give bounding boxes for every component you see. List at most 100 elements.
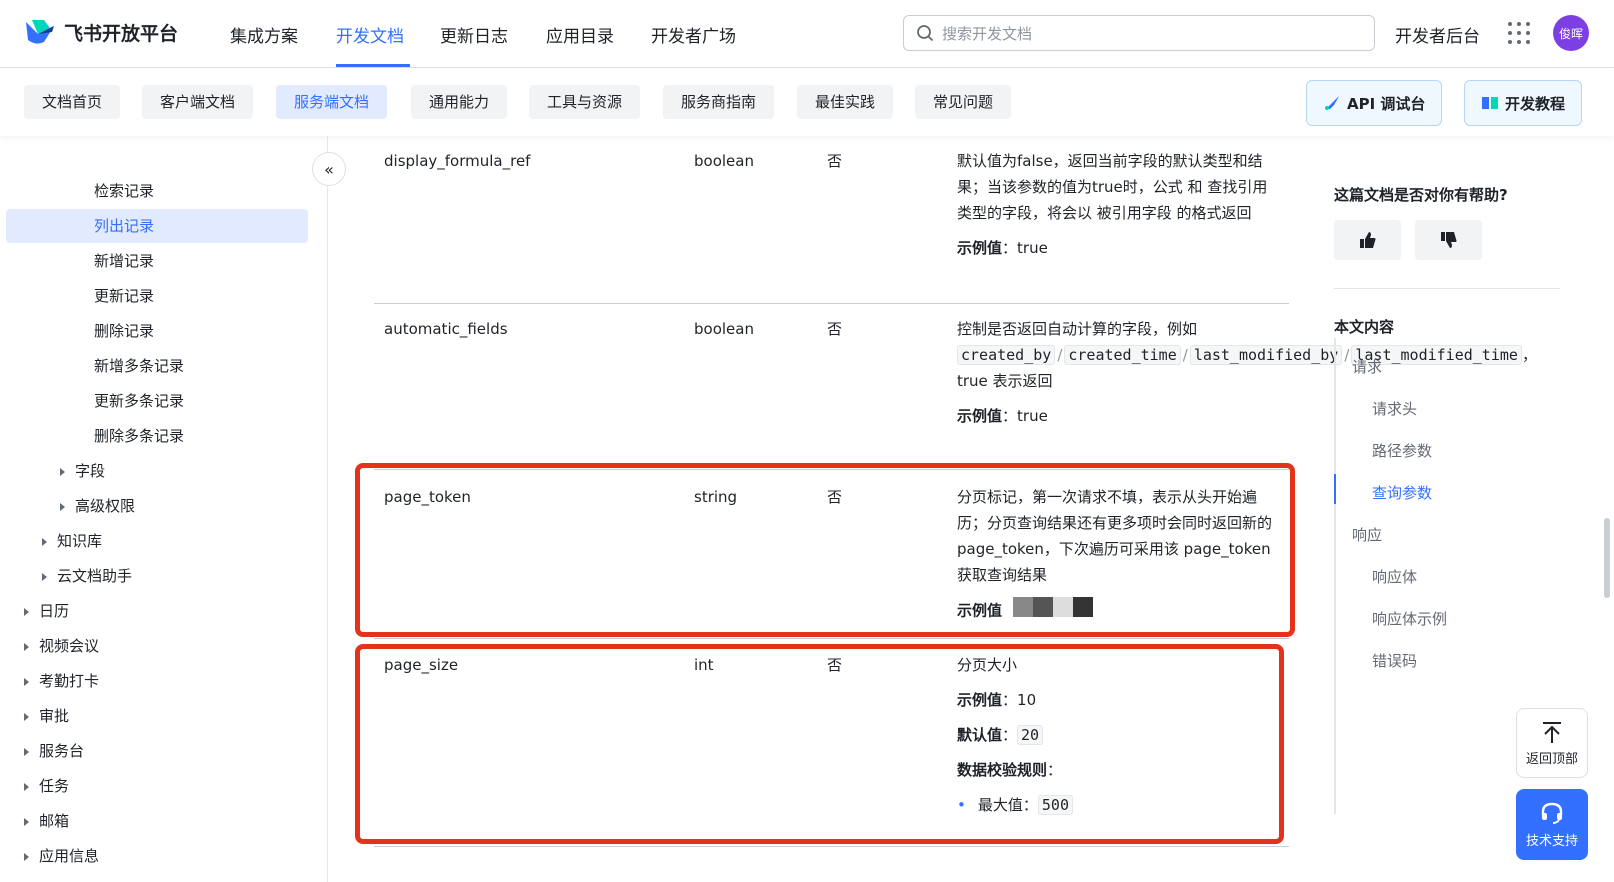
toc-item-response-example[interactable]: 响应体示例: [1372, 608, 1447, 629]
thumbs-up-button[interactable]: [1334, 220, 1401, 260]
avatar[interactable]: 俊晖: [1553, 15, 1589, 51]
sidebar-item-search-records[interactable]: 检索记录: [6, 174, 308, 208]
sidebar-item-vc[interactable]: 视频会议: [24, 629, 99, 663]
doc-category-bar: 文档首页 客户端文档 服务端文档 通用能力 工具与资源 服务商指南 最佳实践 常…: [0, 68, 1614, 136]
example-value: true: [1017, 407, 1048, 425]
sidebar-item-helpdesk[interactable]: 服务台: [24, 734, 84, 768]
tab-server-docs[interactable]: 服务端文档: [276, 85, 388, 119]
dev-console-link[interactable]: 开发者后台: [1395, 22, 1480, 47]
toc-item-request-header[interactable]: 请求头: [1372, 398, 1417, 419]
sidebar-item-wiki[interactable]: 知识库: [42, 524, 102, 558]
sidebar-item-label: 更新记录: [94, 287, 155, 305]
sidebar-item-label: 日历: [39, 602, 70, 620]
thumbs-down-icon: [1440, 232, 1456, 248]
nav-changelog[interactable]: 更新日志: [440, 22, 508, 47]
tutorial-button[interactable]: 开发教程: [1464, 80, 1583, 126]
tab-best-practice[interactable]: 最佳实践: [797, 85, 894, 119]
sidebar-item-task[interactable]: 任务: [24, 769, 69, 803]
thumbs-down-button[interactable]: [1415, 220, 1482, 260]
toc-item-error-codes[interactable]: 错误码: [1372, 650, 1417, 671]
sidebar-item-attendance[interactable]: 考勤打卡: [24, 664, 99, 698]
param-desc-suffix: true 表示返回: [957, 372, 1053, 390]
nav-dev-docs[interactable]: 开发文档: [336, 22, 404, 47]
nav-app-directory[interactable]: 应用目录: [546, 22, 614, 47]
row-divider: [374, 638, 1289, 639]
param-required: 否: [827, 320, 843, 338]
sidebar-item-label: 任务: [39, 777, 70, 795]
top-navbar: 飞书开放平台 集成方案 开发文档 更新日志 应用目录 开发者广场 搜索开发文档 …: [0, 0, 1614, 68]
caret-right-icon: [24, 642, 29, 651]
caret-right-icon: [24, 852, 29, 861]
caret-right-icon: [60, 502, 65, 511]
toc-item-request[interactable]: 请求: [1352, 356, 1382, 377]
tab-faq[interactable]: 常见问题: [915, 85, 1012, 119]
sidebar-item-batch-update[interactable]: 更新多条记录: [6, 384, 308, 418]
feishu-logo-icon: [26, 20, 54, 44]
highlight-box-page-token: [355, 463, 1295, 637]
sidebar-item-label: 视频会议: [39, 637, 100, 655]
toc-item-response-body[interactable]: 响应体: [1372, 566, 1417, 587]
tech-support-button[interactable]: 技术支持: [1516, 789, 1588, 860]
rocket-icon: [1325, 96, 1339, 110]
row-divider: [374, 303, 1289, 304]
page-scrollbar[interactable]: [1604, 518, 1610, 598]
sidebar-item-list-records[interactable]: 列出记录: [6, 209, 308, 243]
caret-right-icon: [24, 607, 29, 616]
tab-doc-home[interactable]: 文档首页: [24, 85, 121, 119]
divider: [1334, 288, 1560, 289]
caret-right-icon: [24, 782, 29, 791]
tab-common-abilities[interactable]: 通用能力: [411, 85, 508, 119]
example-label: 示例值: [957, 239, 1003, 257]
nav-dev-plaza[interactable]: 开发者广场: [651, 22, 736, 47]
sidebar-item-label: 邮箱: [39, 812, 70, 830]
sidebar-item-app-info[interactable]: 应用信息: [24, 839, 99, 873]
double-chevron-left-icon: «: [324, 159, 334, 179]
toc-item-path-params[interactable]: 路径参数: [1372, 440, 1432, 461]
sidebar-item-label: 云文档助手: [57, 567, 133, 585]
example-value: true: [1017, 239, 1048, 257]
arrow-up-icon: [1543, 721, 1561, 743]
param-desc-text: 控制是否返回自动计算的字段，例如: [957, 320, 1198, 338]
book-icon: [1482, 97, 1498, 109]
feedback-question: 这篇文档是否对你有帮助?: [1334, 186, 1508, 204]
sidebar-item-label: 知识库: [57, 532, 103, 550]
highlight-box-page-size: [355, 644, 1284, 844]
sidebar-item-advanced-permissions[interactable]: 高级权限: [60, 489, 135, 523]
caret-right-icon: [24, 712, 29, 721]
tab-client-docs[interactable]: 客户端文档: [142, 85, 254, 119]
sidebar-item-delete-record[interactable]: 删除记录: [6, 314, 308, 348]
sidebar-item-label: 字段: [75, 462, 106, 480]
row-divider: [374, 846, 1289, 847]
search-input[interactable]: 搜索开发文档: [903, 15, 1375, 51]
sidebar-item-label: 新增记录: [94, 252, 155, 270]
caret-right-icon: [60, 467, 65, 476]
back-to-top-button[interactable]: 返回顶部: [1516, 708, 1588, 778]
sidebar-item-update-record[interactable]: 更新记录: [6, 279, 308, 313]
sidebar-item-label: 服务台: [39, 742, 85, 760]
param-name: display_formula_ref: [384, 152, 531, 170]
toc-track: [1334, 338, 1336, 814]
sidebar-item-calendar[interactable]: 日历: [24, 594, 69, 628]
caret-right-icon: [24, 677, 29, 686]
tab-provider-guide[interactable]: 服务商指南: [663, 85, 775, 119]
toc-item-query-params[interactable]: 查询参数: [1372, 482, 1432, 503]
sidebar: 检索记录 列出记录 新增记录 更新记录 删除记录 新增多条记录 更新多条记录 删…: [0, 136, 328, 882]
sidebar-item-label: 删除多条记录: [94, 427, 185, 445]
collapse-sidebar-button[interactable]: «: [312, 152, 346, 186]
sidebar-item-mail[interactable]: 邮箱: [24, 804, 69, 838]
caret-right-icon: [42, 537, 47, 546]
apps-grid-icon[interactable]: [1508, 22, 1530, 44]
api-debug-button[interactable]: API 调试台: [1306, 80, 1443, 126]
sidebar-item-fields[interactable]: 字段: [60, 454, 105, 488]
logo[interactable]: 飞书开放平台: [24, 18, 178, 46]
sidebar-item-create-record[interactable]: 新增记录: [6, 244, 308, 278]
tab-tools-resources[interactable]: 工具与资源: [529, 85, 641, 119]
nav-solutions[interactable]: 集成方案: [230, 22, 298, 47]
param-name: automatic_fields: [384, 320, 508, 338]
api-debug-label: API 调试台: [1347, 94, 1426, 113]
sidebar-item-batch-create[interactable]: 新增多条记录: [6, 349, 308, 383]
toc-item-response[interactable]: 响应: [1352, 524, 1382, 545]
sidebar-item-batch-delete[interactable]: 删除多条记录: [6, 419, 308, 453]
sidebar-item-approval[interactable]: 审批: [24, 699, 69, 733]
sidebar-item-doc-assistant[interactable]: 云文档助手: [42, 559, 132, 593]
